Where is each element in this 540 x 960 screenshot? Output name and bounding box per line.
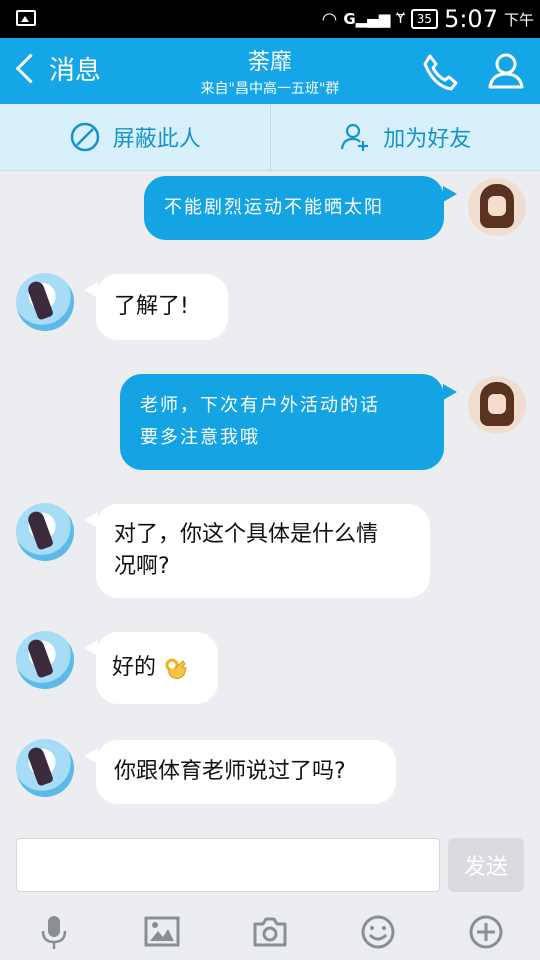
battery-icon: 35 bbox=[410, 9, 439, 29]
bubble-tail bbox=[443, 186, 457, 202]
avatar[interactable] bbox=[16, 273, 74, 331]
message-text-line: 对了，你这个具体是什么情 bbox=[114, 522, 379, 547]
plus-icon[interactable] bbox=[467, 913, 505, 951]
bubble-tail bbox=[84, 748, 98, 764]
add-friend-icon bbox=[341, 123, 369, 151]
block-user-button[interactable]: 屏蔽此人 bbox=[0, 104, 270, 170]
avatar[interactable] bbox=[16, 739, 74, 797]
profile-icon[interactable] bbox=[486, 50, 526, 90]
message-text-line: 老师，下次有户外活动的话 bbox=[140, 395, 380, 416]
emoji-icon[interactable] bbox=[359, 913, 397, 951]
add-friend-label: 加为好友 bbox=[383, 127, 472, 152]
network-type: G bbox=[343, 10, 356, 28]
avatar[interactable] bbox=[468, 376, 526, 434]
signal-icon: G▂▄▆ bbox=[343, 10, 391, 28]
no-sim-icon: Ɏ bbox=[396, 11, 405, 27]
bubble-tail bbox=[443, 384, 457, 400]
avatar[interactable] bbox=[16, 631, 74, 689]
status-bar: ◠ G▂▄▆ Ɏ 35 5:07 下午 bbox=[0, 0, 540, 38]
send-button[interactable]: 发送 bbox=[448, 838, 524, 892]
wifi-icon: ◠ bbox=[321, 8, 338, 30]
message-text: 不能剧烈运动不能晒太阳 bbox=[164, 197, 384, 218]
message-text-line: 要多注意我哦 bbox=[140, 427, 260, 448]
composer: 发送 bbox=[0, 828, 540, 960]
incoming-message-bubble[interactable]: 你跟体育老师说过了吗? bbox=[96, 740, 396, 804]
block-icon bbox=[70, 122, 99, 152]
clock-time: 5:07 bbox=[444, 5, 498, 33]
outgoing-message-bubble[interactable]: 老师，下次有户外活动的话 要多注意我哦 bbox=[120, 374, 444, 470]
message-text: 了解了! bbox=[114, 294, 189, 319]
ok-hand-icon bbox=[165, 658, 187, 680]
chat-header: 消息 荼靡 来自"昌中高一五班"群 bbox=[0, 38, 540, 104]
image-icon[interactable] bbox=[143, 913, 181, 951]
avatar[interactable] bbox=[16, 503, 74, 561]
incoming-message-bubble[interactable]: 对了，你这个具体是什么情 况啊? bbox=[96, 504, 430, 598]
status-indicators: ◠ G▂▄▆ Ɏ 35 5:07 下午 bbox=[322, 0, 534, 38]
bubble-tail bbox=[84, 282, 98, 298]
avatar[interactable] bbox=[468, 178, 526, 236]
add-friend-button[interactable]: 加为好友 bbox=[269, 104, 540, 170]
composer-toolbar bbox=[0, 904, 540, 960]
clock-ampm: 下午 bbox=[503, 10, 534, 29]
incoming-message-bubble[interactable]: 了解了! bbox=[96, 274, 228, 340]
message-text-line: 况啊? bbox=[114, 554, 170, 579]
bubble-tail bbox=[84, 512, 98, 528]
action-bar: 屏蔽此人 加为好友 bbox=[0, 104, 540, 171]
image-notification-icon bbox=[16, 10, 36, 26]
message-text: 好的 bbox=[112, 655, 157, 680]
outgoing-message-bubble[interactable]: 不能剧烈运动不能晒太阳 bbox=[144, 176, 444, 240]
phone-icon[interactable] bbox=[420, 52, 460, 92]
block-user-label: 屏蔽此人 bbox=[112, 127, 201, 152]
microphone-icon[interactable] bbox=[35, 913, 73, 951]
incoming-message-bubble[interactable]: 好的 bbox=[96, 632, 218, 704]
message-input[interactable] bbox=[16, 838, 440, 892]
message-text: 你跟体育老师说过了吗? bbox=[114, 759, 346, 784]
camera-icon[interactable] bbox=[251, 913, 289, 951]
bubble-tail bbox=[84, 640, 98, 656]
